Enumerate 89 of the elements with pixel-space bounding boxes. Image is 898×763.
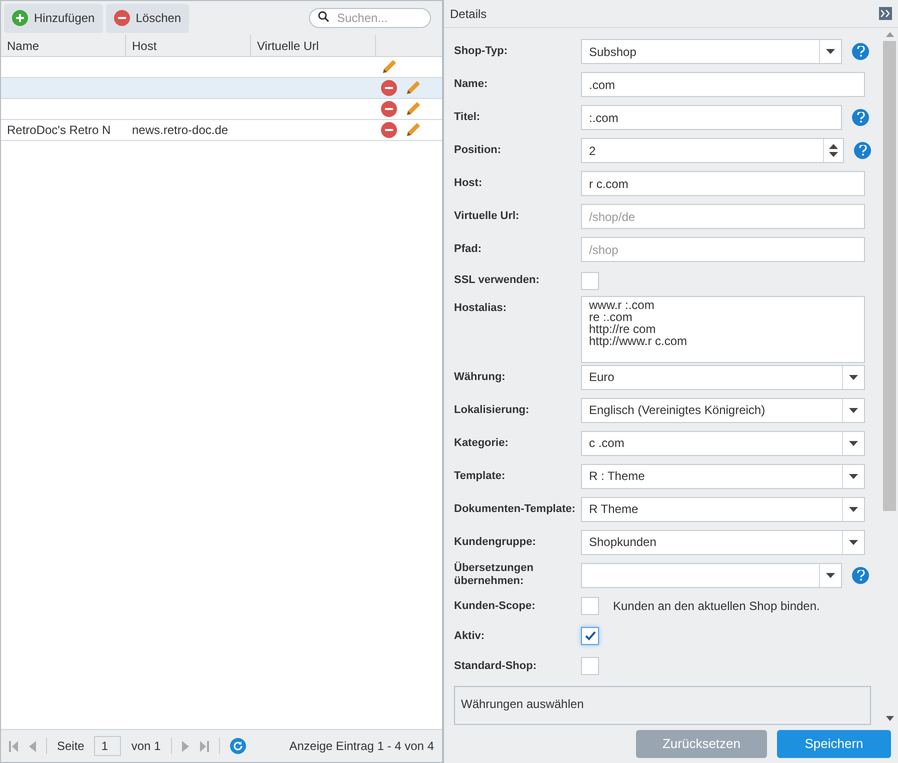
dropdown-field[interactable]: Euro [581, 364, 865, 390]
add-button[interactable]: Hinzufügen [4, 4, 103, 32]
help-icon[interactable] [854, 142, 871, 159]
text-area[interactable]: www.r :.com re :.com http://re com http://www.r c.com [581, 296, 865, 363]
delete-button[interactable]: Löschen [106, 4, 190, 32]
spinner-up-icon[interactable] [829, 144, 838, 149]
field-label: Dokumenten-Template: [454, 502, 576, 516]
field-label: Währung: [454, 370, 506, 384]
field-label: Position: [454, 144, 502, 157]
pencil-icon[interactable] [381, 59, 397, 75]
table-cell-text: RetroDoc's Retro N [7, 122, 111, 139]
table-row[interactable] [1, 78, 442, 99]
column-header[interactable]: Virtuelle Url [251, 35, 376, 56]
caret-icon [849, 374, 858, 380]
field-label: Titel: [454, 111, 482, 124]
section-title: Währungen auswählen [461, 697, 584, 712]
column-header[interactable]: Host [126, 35, 251, 56]
alias-line: http://re com [589, 322, 656, 335]
dropdown-field[interactable]: Englisch (Vereinigtes Königreich) [581, 398, 865, 422]
pencil-icon[interactable] [405, 80, 421, 96]
text-field[interactable]: r c.com [581, 171, 865, 196]
field-label: Standard-Shop: [454, 660, 538, 673]
page-field[interactable]: 1 [94, 736, 122, 756]
plus-icon [12, 10, 28, 26]
pencil-icon[interactable] [405, 122, 421, 138]
help-icon[interactable] [852, 109, 869, 126]
delete-icon[interactable] [381, 101, 397, 117]
checkbox-text: Kunden an den aktuellen Shop binden. [613, 598, 820, 616]
field-label: Name: [454, 78, 489, 91]
text-field[interactable]: /shop [581, 237, 865, 262]
caret-icon [826, 572, 835, 578]
field-label: Template: [454, 470, 506, 482]
field-label: Virtuelle Url: [454, 210, 520, 223]
field-label: Aktiv: [454, 630, 486, 643]
page-label: Seite [57, 738, 84, 755]
scroll-down-icon[interactable] [886, 716, 894, 721]
field-label: Shop-Typ: [454, 45, 509, 58]
caret-icon [826, 49, 835, 54]
search-field[interactable]: Suchen... [309, 8, 431, 28]
panel-title: Details [450, 6, 488, 22]
delete-icon[interactable] [381, 80, 397, 96]
field-label: Übersetzungen übernehmen: [454, 562, 534, 588]
checkbox[interactable] [581, 272, 599, 290]
collapse-icon[interactable] [879, 7, 892, 20]
field-label: Kategorie: [454, 436, 510, 450]
table-row[interactable] [1, 99, 442, 120]
column-header[interactable]: Name [1, 35, 126, 56]
help-icon[interactable] [852, 566, 869, 584]
spinner-down-icon[interactable] [829, 152, 838, 157]
alias-line: re :.com [589, 310, 632, 323]
scroll-up-icon[interactable] [886, 32, 894, 37]
alias-line: www.r :.com [589, 298, 654, 311]
pencil-icon[interactable] [405, 101, 421, 117]
checkbox[interactable] [581, 627, 599, 646]
field-label: Host: [454, 177, 484, 190]
field-label: Pfad: [454, 243, 482, 256]
checkbox[interactable] [581, 657, 599, 676]
text-field[interactable]: /shop/de [581, 204, 865, 229]
text-field[interactable]: .com [581, 72, 865, 97]
field-label: SSL verwenden: [454, 274, 540, 288]
delete-icon[interactable] [381, 122, 397, 138]
field-label: Lokalisierung: [454, 404, 530, 416]
caret-icon [849, 440, 858, 446]
caret-icon [849, 540, 858, 544]
dropdown-field[interactable]: c .com [581, 430, 865, 456]
alias-line: http://www.r c.com [589, 334, 688, 347]
dropdown-field[interactable] [581, 562, 842, 588]
dropdown-field[interactable]: R Theme [581, 496, 865, 522]
field-label: Kunden-Scope: [454, 600, 536, 613]
checkmark-icon [584, 631, 596, 642]
page-summary: Anzeige Eintrag 1 - 4 von 4 [289, 738, 434, 755]
caret-icon [849, 506, 858, 512]
help-icon[interactable] [852, 43, 869, 60]
dropdown-field[interactable]: Shopkunden [581, 530, 865, 554]
field-label: Hostalias: [454, 300, 508, 315]
text-field[interactable]: :.com [581, 105, 842, 130]
dropdown-field[interactable]: Subshop [581, 39, 842, 64]
checkbox[interactable] [581, 597, 599, 616]
caret-icon [849, 408, 858, 412]
refresh-icon[interactable] [230, 738, 246, 754]
dropdown-field[interactable]: R : Theme [581, 464, 865, 488]
number-field[interactable]: 2 [581, 138, 844, 163]
search-icon [318, 11, 329, 22]
page-count: von 1 [131, 738, 161, 755]
minus-icon [114, 10, 130, 26]
caret-icon [849, 474, 858, 478]
field-label: Kundengruppe: [454, 536, 537, 548]
table-cell-text: news.retro-doc.de [132, 122, 228, 139]
table-row[interactable]: RetroDoc's Retro N news.retro-doc.de [1, 120, 442, 141]
